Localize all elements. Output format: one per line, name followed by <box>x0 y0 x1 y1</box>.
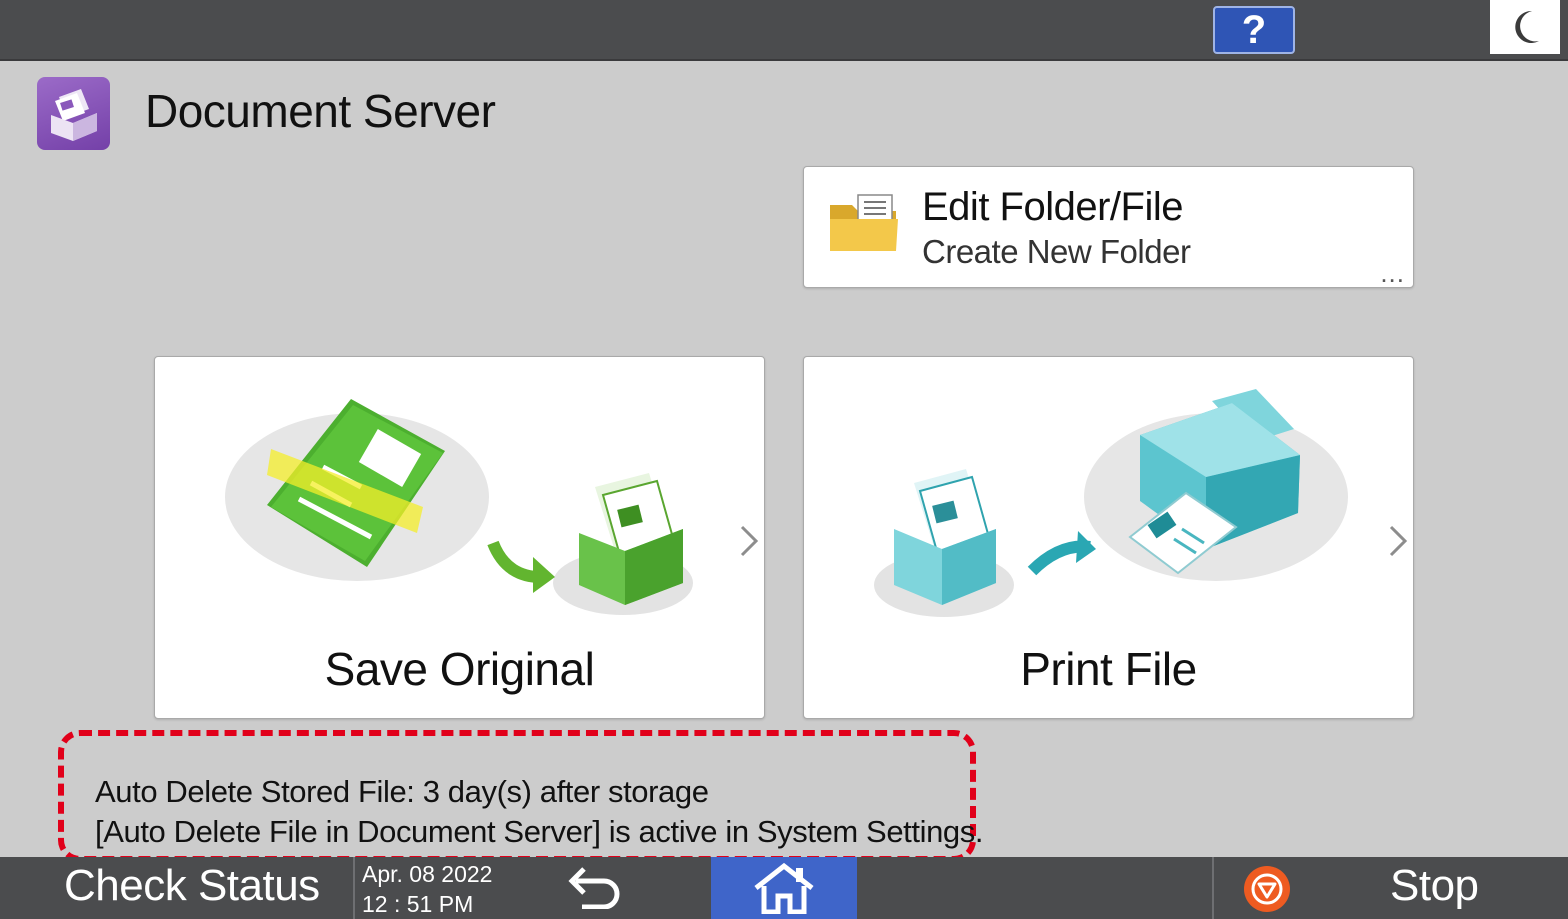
home-icon <box>754 862 814 914</box>
create-new-folder-label: Create New Folder <box>922 233 1191 270</box>
divider <box>353 857 355 919</box>
time-label: 12 : 51 PM <box>362 891 474 917</box>
home-button[interactable] <box>711 857 857 919</box>
edit-folder-file-button[interactable]: Edit Folder/File Create New Folder ... <box>803 166 1414 288</box>
back-arrow-icon <box>568 867 620 909</box>
chevron-right-icon <box>1389 525 1408 557</box>
moon-icon <box>1515 10 1539 43</box>
sleep-button[interactable] <box>1490 0 1560 54</box>
auto-delete-notice: Auto Delete Stored File: 3 day(s) after … <box>58 730 983 862</box>
print-file-button[interactable]: Print File <box>803 356 1414 719</box>
question-mark-icon: ? <box>1241 7 1267 52</box>
more-options-icon: ... <box>1380 258 1405 288</box>
check-status-button[interactable]: Check Status <box>64 861 320 911</box>
scan-to-storage-illustration <box>225 399 693 615</box>
edit-folder-file-title: Edit Folder/File <box>922 185 1183 229</box>
top-bar: ? <box>0 0 1568 61</box>
storage-to-printer-illustration <box>874 389 1348 617</box>
document-server-icon <box>37 77 110 150</box>
print-file-label: Print File <box>1020 643 1197 695</box>
chevron-right-icon <box>740 525 759 557</box>
stop-icon[interactable] <box>1244 866 1290 912</box>
save-original-label: Save Original <box>324 643 595 695</box>
divider <box>1212 857 1214 919</box>
back-button[interactable] <box>555 863 625 913</box>
date-label: Apr. 08 2022 <box>362 861 493 887</box>
date-time-display: Apr. 08 2022 12 : 51 PM <box>362 859 492 919</box>
auto-delete-notice-line-1: Auto Delete Stored File: 3 day(s) after … <box>95 774 709 809</box>
help-button[interactable]: ? <box>1213 6 1295 54</box>
stop-button[interactable]: Stop <box>1390 861 1479 911</box>
page-title: Document Server <box>145 85 496 137</box>
auto-delete-notice-line-2: [Auto Delete File in Document Server] is… <box>95 814 984 849</box>
save-original-button[interactable]: Save Original <box>154 356 765 719</box>
folder-icon <box>830 194 898 251</box>
bottom-bar: Check Status Apr. 08 2022 12 : 51 PM Sto… <box>0 857 1568 919</box>
